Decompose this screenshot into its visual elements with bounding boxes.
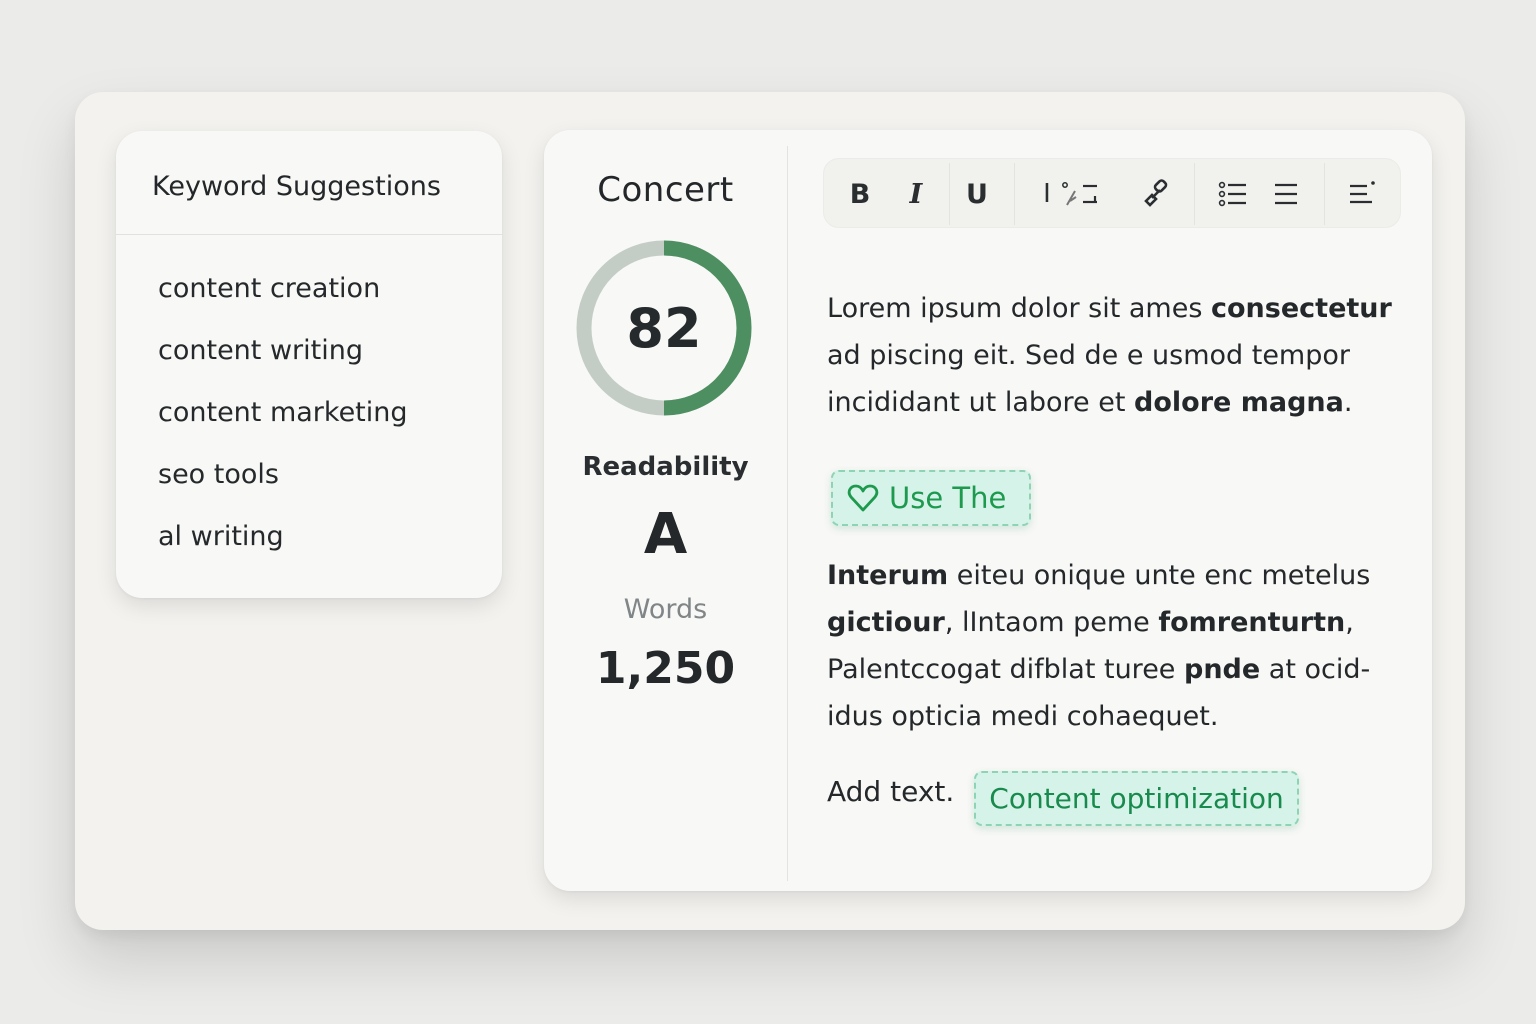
keyword-item-content-marketing[interactable]: content marketing <box>158 395 408 457</box>
text-formatting-icon <box>1061 182 1097 206</box>
content-optimization-chip[interactable]: Content optimization <box>974 771 1299 826</box>
paragraph-line: Palentccogat difblat turee pnde at ocid- <box>827 654 1371 685</box>
readability-label: Readability <box>582 452 749 482</box>
align-button[interactable] <box>1266 174 1306 214</box>
suggestion-chip-label: Use The <box>889 481 1007 515</box>
column-divider <box>787 146 788 881</box>
keyword-item-seo-tools[interactable]: seo tools <box>158 457 408 519</box>
word-count-value: 1,250 <box>595 643 736 694</box>
keyword-list: content creation content writing content… <box>158 271 408 581</box>
text-cursor-icon: I <box>1043 179 1051 209</box>
keyword-item-content-creation[interactable]: content creation <box>158 271 408 333</box>
more-options-button[interactable] <box>1342 174 1382 214</box>
align-icon <box>1275 183 1297 205</box>
heart-icon <box>847 484 879 512</box>
paragraph-line: Interum eiteu onique unte enc metelus <box>827 560 1371 591</box>
content-score: 82 <box>626 296 702 360</box>
paragraph-line: incididant ut labore et dolore magna. <box>827 387 1353 418</box>
underline-button[interactable]: U <box>957 174 997 214</box>
readability-grade: A <box>643 502 688 567</box>
link-icon <box>1144 179 1168 207</box>
toolbar-separator <box>1324 163 1325 225</box>
keyword-panel-title: Keyword Suggestions <box>152 171 441 202</box>
bulleted-list-icon <box>1218 181 1246 207</box>
editor-paragraph-1[interactable]: Lorem ipsum dolor sit ames consectetur a… <box>827 285 1397 426</box>
keyword-item-ai-writing[interactable]: al writing <box>158 519 408 581</box>
toolbar-separator <box>1014 163 1015 225</box>
italic-button[interactable]: I <box>896 174 936 214</box>
paragraph-line: gictiour, lIntaom peme fomrenturtn, <box>827 607 1354 638</box>
keyword-item-content-writing[interactable]: content writing <box>158 333 408 395</box>
suggestion-chip[interactable]: Use The <box>831 470 1031 526</box>
text-style-button[interactable]: I <box>1030 174 1114 214</box>
editor-panel: Concert 82 Readability A Words 1,250 B I… <box>544 130 1432 891</box>
keyword-suggestions-panel: Keyword Suggestions content creation con… <box>116 131 502 598</box>
more-formatting-icon <box>1350 181 1375 204</box>
link-button[interactable] <box>1136 174 1176 214</box>
metrics-column: Concert 82 Readability A Words 1,250 <box>544 130 787 891</box>
editor-paragraph-2[interactable]: Interum eiteu onique unte enc metelus gi… <box>827 552 1397 740</box>
document-title: Concert <box>597 170 734 210</box>
paragraph-line: ad piscing eit. Sed de e usmod tempor <box>827 340 1350 371</box>
toolbar-separator <box>949 163 950 225</box>
add-text-prompt[interactable]: Add text. <box>827 775 954 808</box>
toolbar-separator <box>1194 163 1195 225</box>
bulleted-list-button[interactable] <box>1213 174 1253 214</box>
underline-icon: U <box>966 178 988 210</box>
formatting-toolbar: B I U I <box>823 158 1401 228</box>
italic-icon: I <box>909 178 923 210</box>
paragraph-line: idus opticia medi cohaequet. <box>827 701 1219 732</box>
word-count-label: Words <box>623 594 708 625</box>
paragraph-line: Lorem ipsum dolor sit ames consectetur <box>827 293 1392 324</box>
bold-button[interactable]: B <box>840 174 880 214</box>
keyword-panel-divider <box>116 234 502 235</box>
bold-icon: B <box>849 178 871 210</box>
